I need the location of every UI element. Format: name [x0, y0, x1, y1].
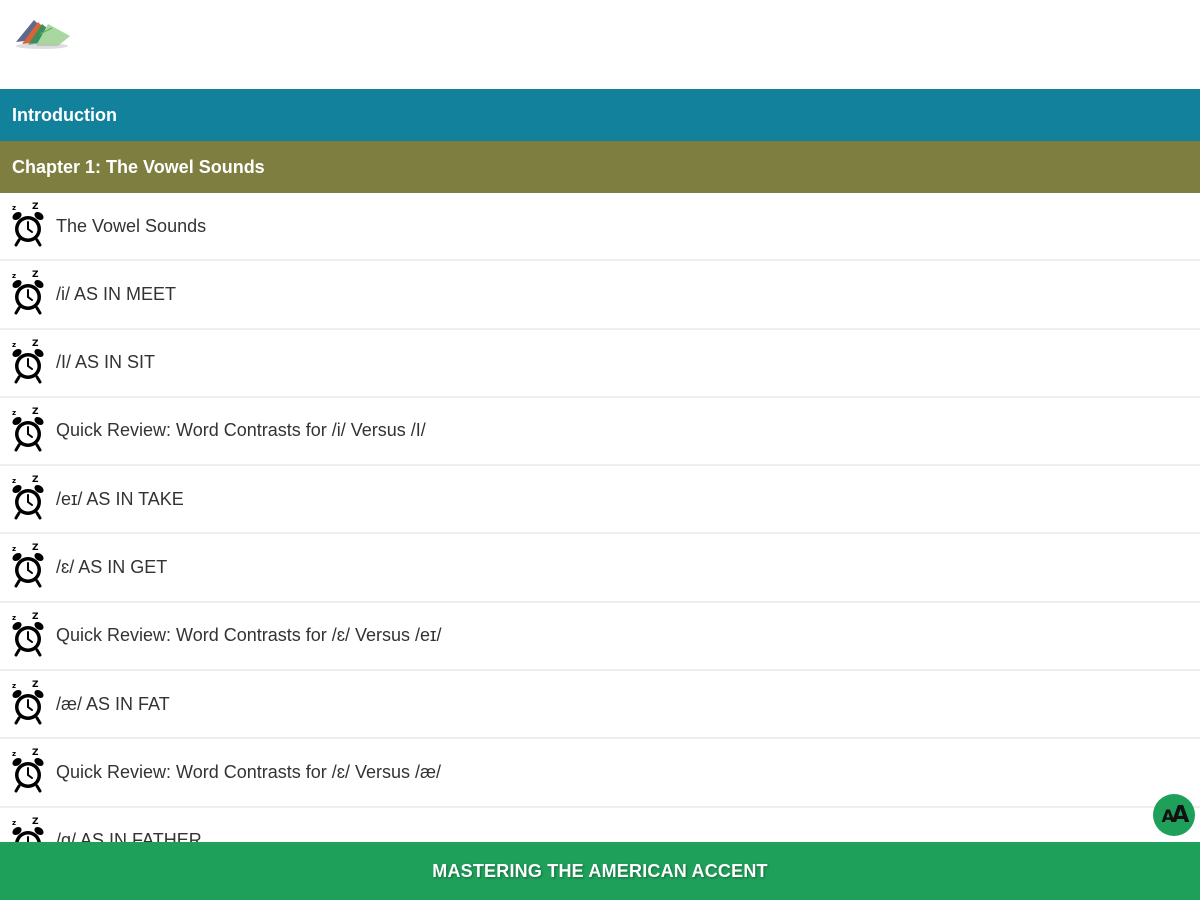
alarm-clock-icon: zZ: [12, 680, 44, 725]
lesson-list[interactable]: z Z The Vowel Sounds z Z/i/ AS IN MEET z Z/I/ …: [0, 193, 1200, 842]
svg-text:Z: Z: [32, 339, 39, 349]
list-item-label: /i/ AS IN MEET: [56, 283, 177, 304]
svg-text:Z: Z: [32, 543, 39, 553]
list-item[interactable]: z Z Quick Review: Word Contrasts for /i/ V…: [0, 398, 1200, 467]
list-item[interactable]: z Z/æ/ AS IN FAT: [0, 671, 1200, 740]
list-item[interactable]: z Z/i/ AS IN MEET: [0, 261, 1200, 330]
font-size-icon: AA: [1161, 802, 1190, 828]
introduction-section[interactable]: Introduction: [0, 89, 1200, 141]
svg-text:z: z: [12, 204, 16, 212]
footer-title: MASTERING THE AMERICAN ACCENT: [432, 860, 768, 881]
list-item[interactable]: z Z/ɑ/ AS IN FATHER: [0, 808, 1200, 842]
alarm-clock-icon: zZ: [12, 817, 44, 842]
svg-text:z: z: [12, 409, 16, 417]
svg-text:z: z: [12, 341, 16, 349]
list-item[interactable]: z Z Quick Review: Word Contrasts for /ɛ/ V…: [0, 739, 1200, 808]
list-item-label: /I/ AS IN SIT: [56, 352, 156, 373]
svg-text:Z: Z: [32, 202, 39, 212]
alarm-clock-icon: zZ: [12, 270, 44, 315]
svg-text:z: z: [12, 477, 16, 485]
list-item-label: Quick Review: Word Contrasts for /i/ Ver…: [56, 420, 426, 441]
alarm-clock-icon: zZ: [12, 612, 44, 657]
list-item[interactable]: z Z/ɛ/ AS IN GET: [0, 534, 1200, 603]
list-item[interactable]: z Z Quick Review: Word Contrasts for /ɛ/ V…: [0, 603, 1200, 672]
svg-text:z: z: [12, 545, 16, 553]
alarm-clock-icon: zZ: [12, 543, 44, 588]
footer-title-bar: MASTERING THE AMERICAN ACCENT: [0, 842, 1200, 900]
font-size-button[interactable]: AA: [1153, 794, 1195, 836]
list-item-label: /eɪ/ AS IN TAKE: [56, 488, 184, 509]
list-item-label: Quick Review: Word Contrasts for /ɛ/ Ver…: [56, 625, 442, 646]
list-item-label: /æ/ AS IN FAT: [56, 693, 170, 714]
chapter-1-label: Chapter 1: The Vowel Sounds: [12, 156, 265, 177]
book-stack-icon[interactable]: [12, 12, 72, 52]
alarm-clock-icon: zZ: [12, 475, 44, 520]
svg-text:Z: Z: [32, 817, 39, 827]
svg-text:Z: Z: [32, 748, 39, 758]
svg-text:Z: Z: [32, 680, 39, 690]
svg-text:z: z: [12, 819, 16, 827]
list-item[interactable]: z Z/eɪ/ AS IN TAKE: [0, 466, 1200, 535]
svg-text:z: z: [12, 750, 16, 758]
list-item-label: /ɑ/ AS IN FATHER: [56, 830, 202, 842]
svg-text:z: z: [12, 682, 16, 690]
introduction-label: Introduction: [12, 104, 117, 125]
list-item[interactable]: z Z The Vowel Sounds: [0, 193, 1200, 262]
list-item[interactable]: z Z/I/ AS IN SIT: [0, 330, 1200, 398]
chapter-1-section[interactable]: Chapter 1: The Vowel Sounds: [0, 141, 1200, 193]
alarm-clock-icon: zZ: [12, 202, 44, 247]
alarm-clock-icon: zZ: [12, 339, 44, 384]
app: Introduction Chapter 1: The Vowel Sounds…: [0, 0, 1200, 900]
svg-text:z: z: [12, 272, 16, 280]
list-item-label: /ɛ/ AS IN GET: [56, 556, 168, 577]
list-item-label: The Vowel Sounds: [56, 215, 207, 236]
list-item-label: Quick Review: Word Contrasts for /ɛ/ Ver…: [56, 761, 442, 782]
svg-text:Z: Z: [32, 407, 39, 417]
svg-text:z: z: [12, 614, 16, 622]
alarm-clock-icon: zZ: [12, 748, 44, 793]
svg-text:Z: Z: [32, 475, 39, 485]
svg-text:Z: Z: [32, 270, 39, 280]
alarm-clock-icon: zZ: [12, 407, 44, 452]
svg-text:Z: Z: [32, 612, 39, 622]
top-bar: [0, 0, 1200, 89]
